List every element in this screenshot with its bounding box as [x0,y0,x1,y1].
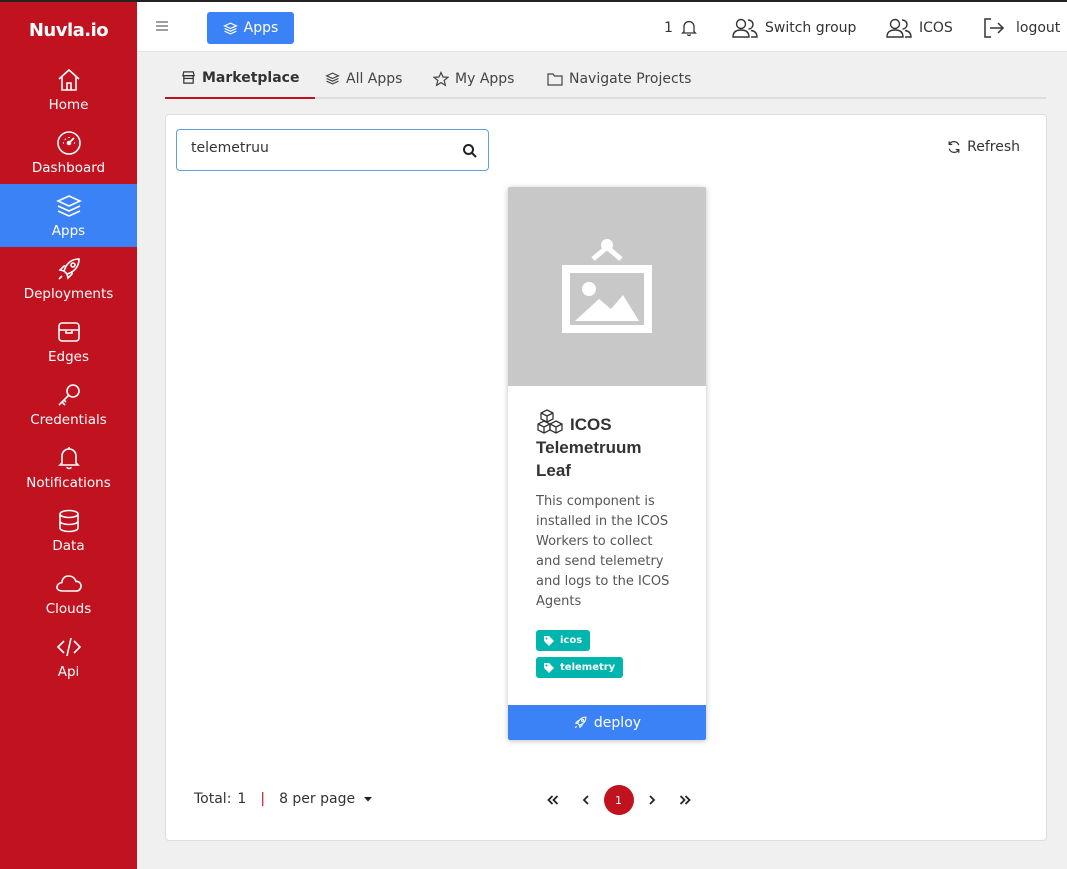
sidebar-item-label: Deployments [23,286,114,302]
double-chevron-left-icon [546,795,558,805]
sidebar-item-label: Notifications [26,475,111,491]
sidebar-item-deployments[interactable]: Deployments [0,247,137,310]
nuvla-logo[interactable]: Nuvla.io [0,2,137,58]
sidebar-item-edges[interactable]: Edges [0,310,137,373]
app-card-description: This component is installed in the ICOS … [536,494,670,609]
pagination-summary: Total: 1 | 8 per page [194,791,373,807]
search-input[interactable] [191,140,451,156]
cubes-icon [537,409,563,434]
app-card-tags: icos telemetry [536,624,678,678]
search-icon[interactable] [462,143,478,159]
sidebar-item-data[interactable]: Data [0,499,137,562]
folder-icon [547,72,563,86]
top-bar: Apps 1 Switch group ICOS logout [137,0,1067,52]
pagination: 1 [536,785,701,815]
sidebar-item-clouds[interactable]: Clouds [0,562,137,625]
logout-icon [984,18,1005,38]
bell-icon [680,20,697,37]
logout-label: logout [1016,20,1061,36]
sidebar-item-label: Credentials [30,412,107,428]
bell-icon [57,447,80,470]
deploy-label: deploy [593,714,642,731]
tab-label: Navigate Projects [569,70,692,87]
sidebar-item-notifications[interactable]: Notifications [0,436,137,499]
image-placeholder-icon [562,238,652,333]
star-icon [433,70,449,87]
apps-button[interactable]: Apps [207,12,294,44]
rocket-icon [57,258,80,280]
group-button[interactable]: ICOS [885,14,953,42]
tab-label: All Apps [346,70,403,87]
refresh-icon [948,141,960,153]
sidebar-item-credentials[interactable]: Credentials [0,373,137,436]
home-icon [57,68,80,91]
tag-icon [544,662,554,673]
sidebar-item-api[interactable]: Api [0,625,137,688]
group-name: ICOS [919,20,953,36]
double-chevron-right-icon [679,795,691,805]
key-icon [57,384,80,406]
store-icon [182,71,195,84]
refresh-button[interactable]: Refresh [947,139,1020,155]
tag-icos[interactable]: icos [536,630,591,651]
app-card-image [508,187,706,386]
refresh-label: Refresh [967,139,1020,155]
tag-icon [544,635,554,646]
total-value: 1 [237,791,247,807]
sidebar-item-home[interactable]: Home [0,58,137,121]
gauge-icon [56,131,81,155]
first-page-button[interactable] [536,785,569,815]
caret-down-icon [364,797,373,802]
search-box[interactable] [176,129,489,171]
prev-page-button[interactable] [569,785,602,815]
switch-group-button[interactable]: Switch group [731,14,856,42]
next-page-button[interactable] [635,785,668,815]
tab-all-apps[interactable]: All Apps [325,58,402,99]
tab-label: Marketplace [202,69,300,86]
tab-my-apps[interactable]: My Apps [433,58,514,99]
code-icon [56,637,81,657]
notification-count: 1 [664,20,673,36]
layers-icon [55,195,82,217]
sidebar-item-label: Dashboard [31,160,106,176]
layers-icon [325,72,340,85]
chevron-left-icon [582,795,589,805]
sidebar-item-label: Apps [51,223,86,239]
sidebar-item-label: Clouds [45,601,92,617]
notifications-button[interactable]: 1 [664,14,699,42]
apps-button-label: Apps [243,20,279,36]
last-page-button[interactable] [668,785,701,815]
deploy-button[interactable]: deploy [508,705,706,740]
tag-telemetry[interactable]: telemetry [536,657,624,678]
tab-label: My Apps [455,70,515,87]
sidebar: Nuvla.io Home Dashboard Apps Deployments… [0,0,137,869]
chevron-right-icon [648,795,655,805]
tab-marketplace[interactable]: Marketplace [165,58,316,99]
cloud-icon [55,575,82,592]
sidebar-item-label: Edges [47,349,89,365]
box-icon [57,322,80,342]
database-icon [58,509,79,533]
rocket-icon [574,716,587,729]
page-button-current[interactable]: 1 [602,785,635,815]
switch-group-label: Switch group [765,20,857,36]
users-icon [886,18,912,38]
per-page-select[interactable]: 8 per page [279,791,373,807]
logout-button[interactable]: logout [982,14,1060,42]
app-card[interactable]: ICOS Telemetruum Leaf This component is … [508,187,706,740]
sidebar-item-label: Data [52,538,85,554]
app-tabs: Marketplace All Apps My Apps Navigate Pr… [165,58,1046,99]
sidebar-item-label: Api [57,664,80,680]
sidebar-item-label: Home [48,97,89,113]
app-card-title[interactable]: ICOS Telemetruum Leaf [536,408,678,482]
tab-navigate-projects[interactable]: Navigate Projects [547,58,691,99]
layers-icon [222,21,238,35]
separator: | [260,791,266,807]
hamburger-menu-icon[interactable] [155,19,169,33]
marketplace-panel: Refresh ICOS Telemetruum Leaf This compo… [165,114,1047,841]
users-icon [732,18,758,38]
total-label: Total: [194,791,232,807]
sidebar-item-dashboard[interactable]: Dashboard [0,121,137,184]
sidebar-item-apps[interactable]: Apps [0,184,137,247]
